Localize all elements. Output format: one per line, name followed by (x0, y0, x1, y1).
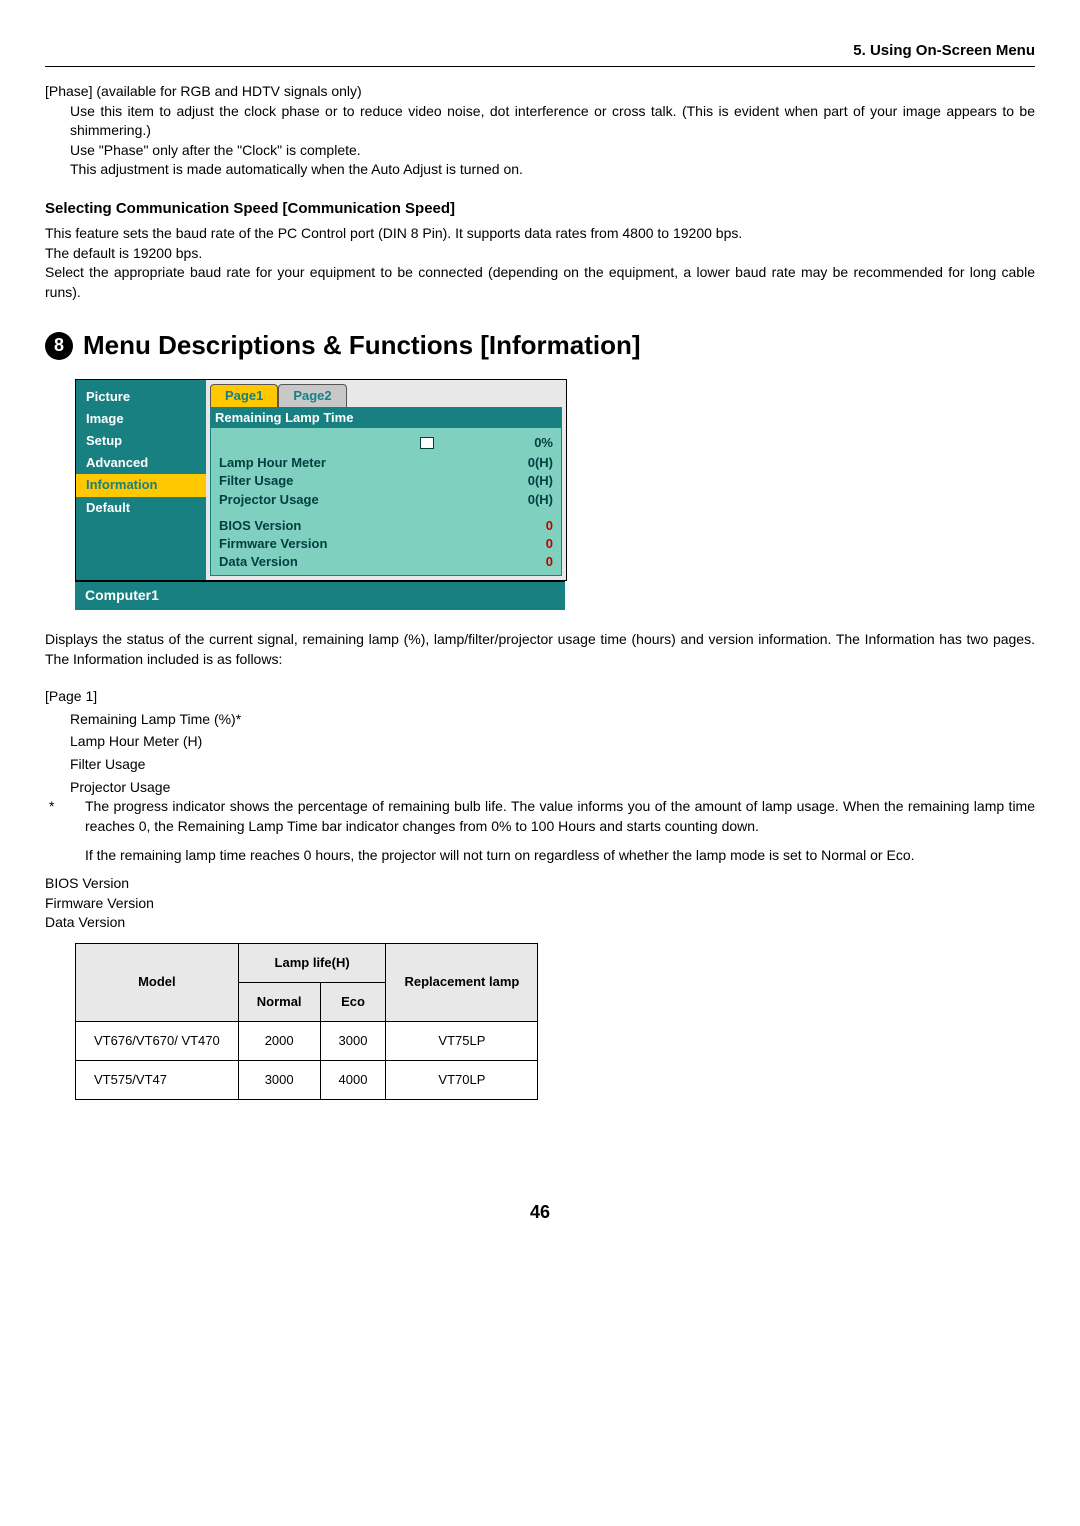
td-normal: 3000 (238, 1061, 320, 1100)
info-row: Lamp Hour Meter0(H) (217, 454, 555, 472)
info-row: Projector Usage0(H) (217, 491, 555, 509)
page1-item3: Filter Usage (70, 755, 1035, 775)
td-model: VT676/VT670/ VT470 (76, 1022, 239, 1061)
menu-screenshot: PictureImageSetupAdvancedInformationDefa… (75, 379, 567, 582)
menu-sidebar: PictureImageSetupAdvancedInformationDefa… (76, 380, 206, 581)
desc-p1: Displays the status of the current signa… (45, 630, 1035, 669)
comm-heading: Selecting Communication Speed [Communica… (45, 198, 1035, 219)
note-block: If the remaining lamp time reaches 0 hou… (85, 846, 1035, 866)
star-text: The progress indicator shows the percent… (85, 798, 1035, 834)
tab-page2[interactable]: Page2 (278, 384, 346, 407)
page1-item2: Lamp Hour Meter (H) (70, 732, 1035, 752)
data-version-label: Data Version (45, 913, 1035, 933)
th-normal: Normal (238, 982, 320, 1021)
tab-page1[interactable]: Page1 (210, 384, 278, 407)
th-model: Model (76, 943, 239, 1021)
page1-item4: Projector Usage (70, 778, 1035, 798)
tabs: Page1 Page2 (206, 380, 566, 407)
divider (45, 66, 1035, 67)
bios-version-label: BIOS Version (45, 874, 1035, 894)
lamp-table: Model Lamp life(H) Replacement lamp Norm… (75, 943, 538, 1101)
menu-content: Page1 Page2 Remaining Lamp Time 0% Lamp … (206, 380, 566, 581)
table-row: VT575/VT47 3000 4000 VT70LP (76, 1061, 538, 1100)
page1-label: [Page 1] (45, 687, 1035, 707)
heading-number-icon: 8 (45, 332, 73, 360)
sidebar-item-image[interactable]: Image (76, 408, 206, 430)
firmware-version-label: Firmware Version (45, 894, 1035, 914)
computer-bar: Computer1 (75, 581, 565, 610)
version-row: Data Version0 (217, 553, 555, 571)
td-eco: 4000 (320, 1061, 386, 1100)
table-row: VT676/VT670/ VT470 2000 3000 VT75LP (76, 1022, 538, 1061)
sidebar-item-advanced[interactable]: Advanced (76, 452, 206, 474)
td-eco: 3000 (320, 1022, 386, 1061)
phase-line1: Use this item to adjust the clock phase … (70, 102, 1035, 141)
remaining-lamp-header: Remaining Lamp Time (211, 408, 561, 428)
info-row: Filter Usage0(H) (217, 472, 555, 490)
progress-box-icon (420, 437, 434, 449)
page1-item1: Remaining Lamp Time (%)* (70, 710, 1035, 730)
sidebar-item-default[interactable]: Default (76, 497, 206, 519)
phase-line2: Use "Phase" only after the "Clock" is co… (70, 141, 1035, 161)
heading-text: Menu Descriptions & Functions [Informati… (83, 327, 641, 363)
section-header: 5. Using On-Screen Menu (45, 40, 1035, 61)
td-repl: VT70LP (386, 1061, 538, 1100)
th-repl: Replacement lamp (386, 943, 538, 1021)
sidebar-item-picture[interactable]: Picture (76, 386, 206, 408)
comm-p2: The default is 19200 bps. (45, 244, 1035, 264)
sidebar-item-setup[interactable]: Setup (76, 430, 206, 452)
page1-content: Remaining Lamp Time 0% Lamp Hour Meter0(… (210, 407, 562, 577)
sidebar-item-information[interactable]: Information (76, 474, 206, 496)
info-heading: 8 Menu Descriptions & Functions [Informa… (45, 327, 1035, 363)
comm-p3: Select the appropriate baud rate for you… (45, 263, 1035, 302)
version-row: Firmware Version0 (217, 535, 555, 553)
page-number: 46 (45, 1200, 1035, 1225)
phase-line3: This adjustment is made automatically wh… (70, 160, 1035, 180)
progress-pct: 0% (534, 434, 553, 452)
version-row: BIOS Version0 (217, 517, 555, 535)
phase-title: [Phase] (available for RGB and HDTV sign… (45, 82, 1035, 102)
th-lamp: Lamp life(H) (238, 943, 386, 982)
th-eco: Eco (320, 982, 386, 1021)
comm-p1: This feature sets the baud rate of the P… (45, 224, 1035, 244)
td-normal: 2000 (238, 1022, 320, 1061)
td-repl: VT75LP (386, 1022, 538, 1061)
td-model: VT575/VT47 (76, 1061, 239, 1100)
star-desc: *The progress indicator shows the percen… (85, 797, 1035, 836)
progress-row: 0% (217, 432, 555, 454)
